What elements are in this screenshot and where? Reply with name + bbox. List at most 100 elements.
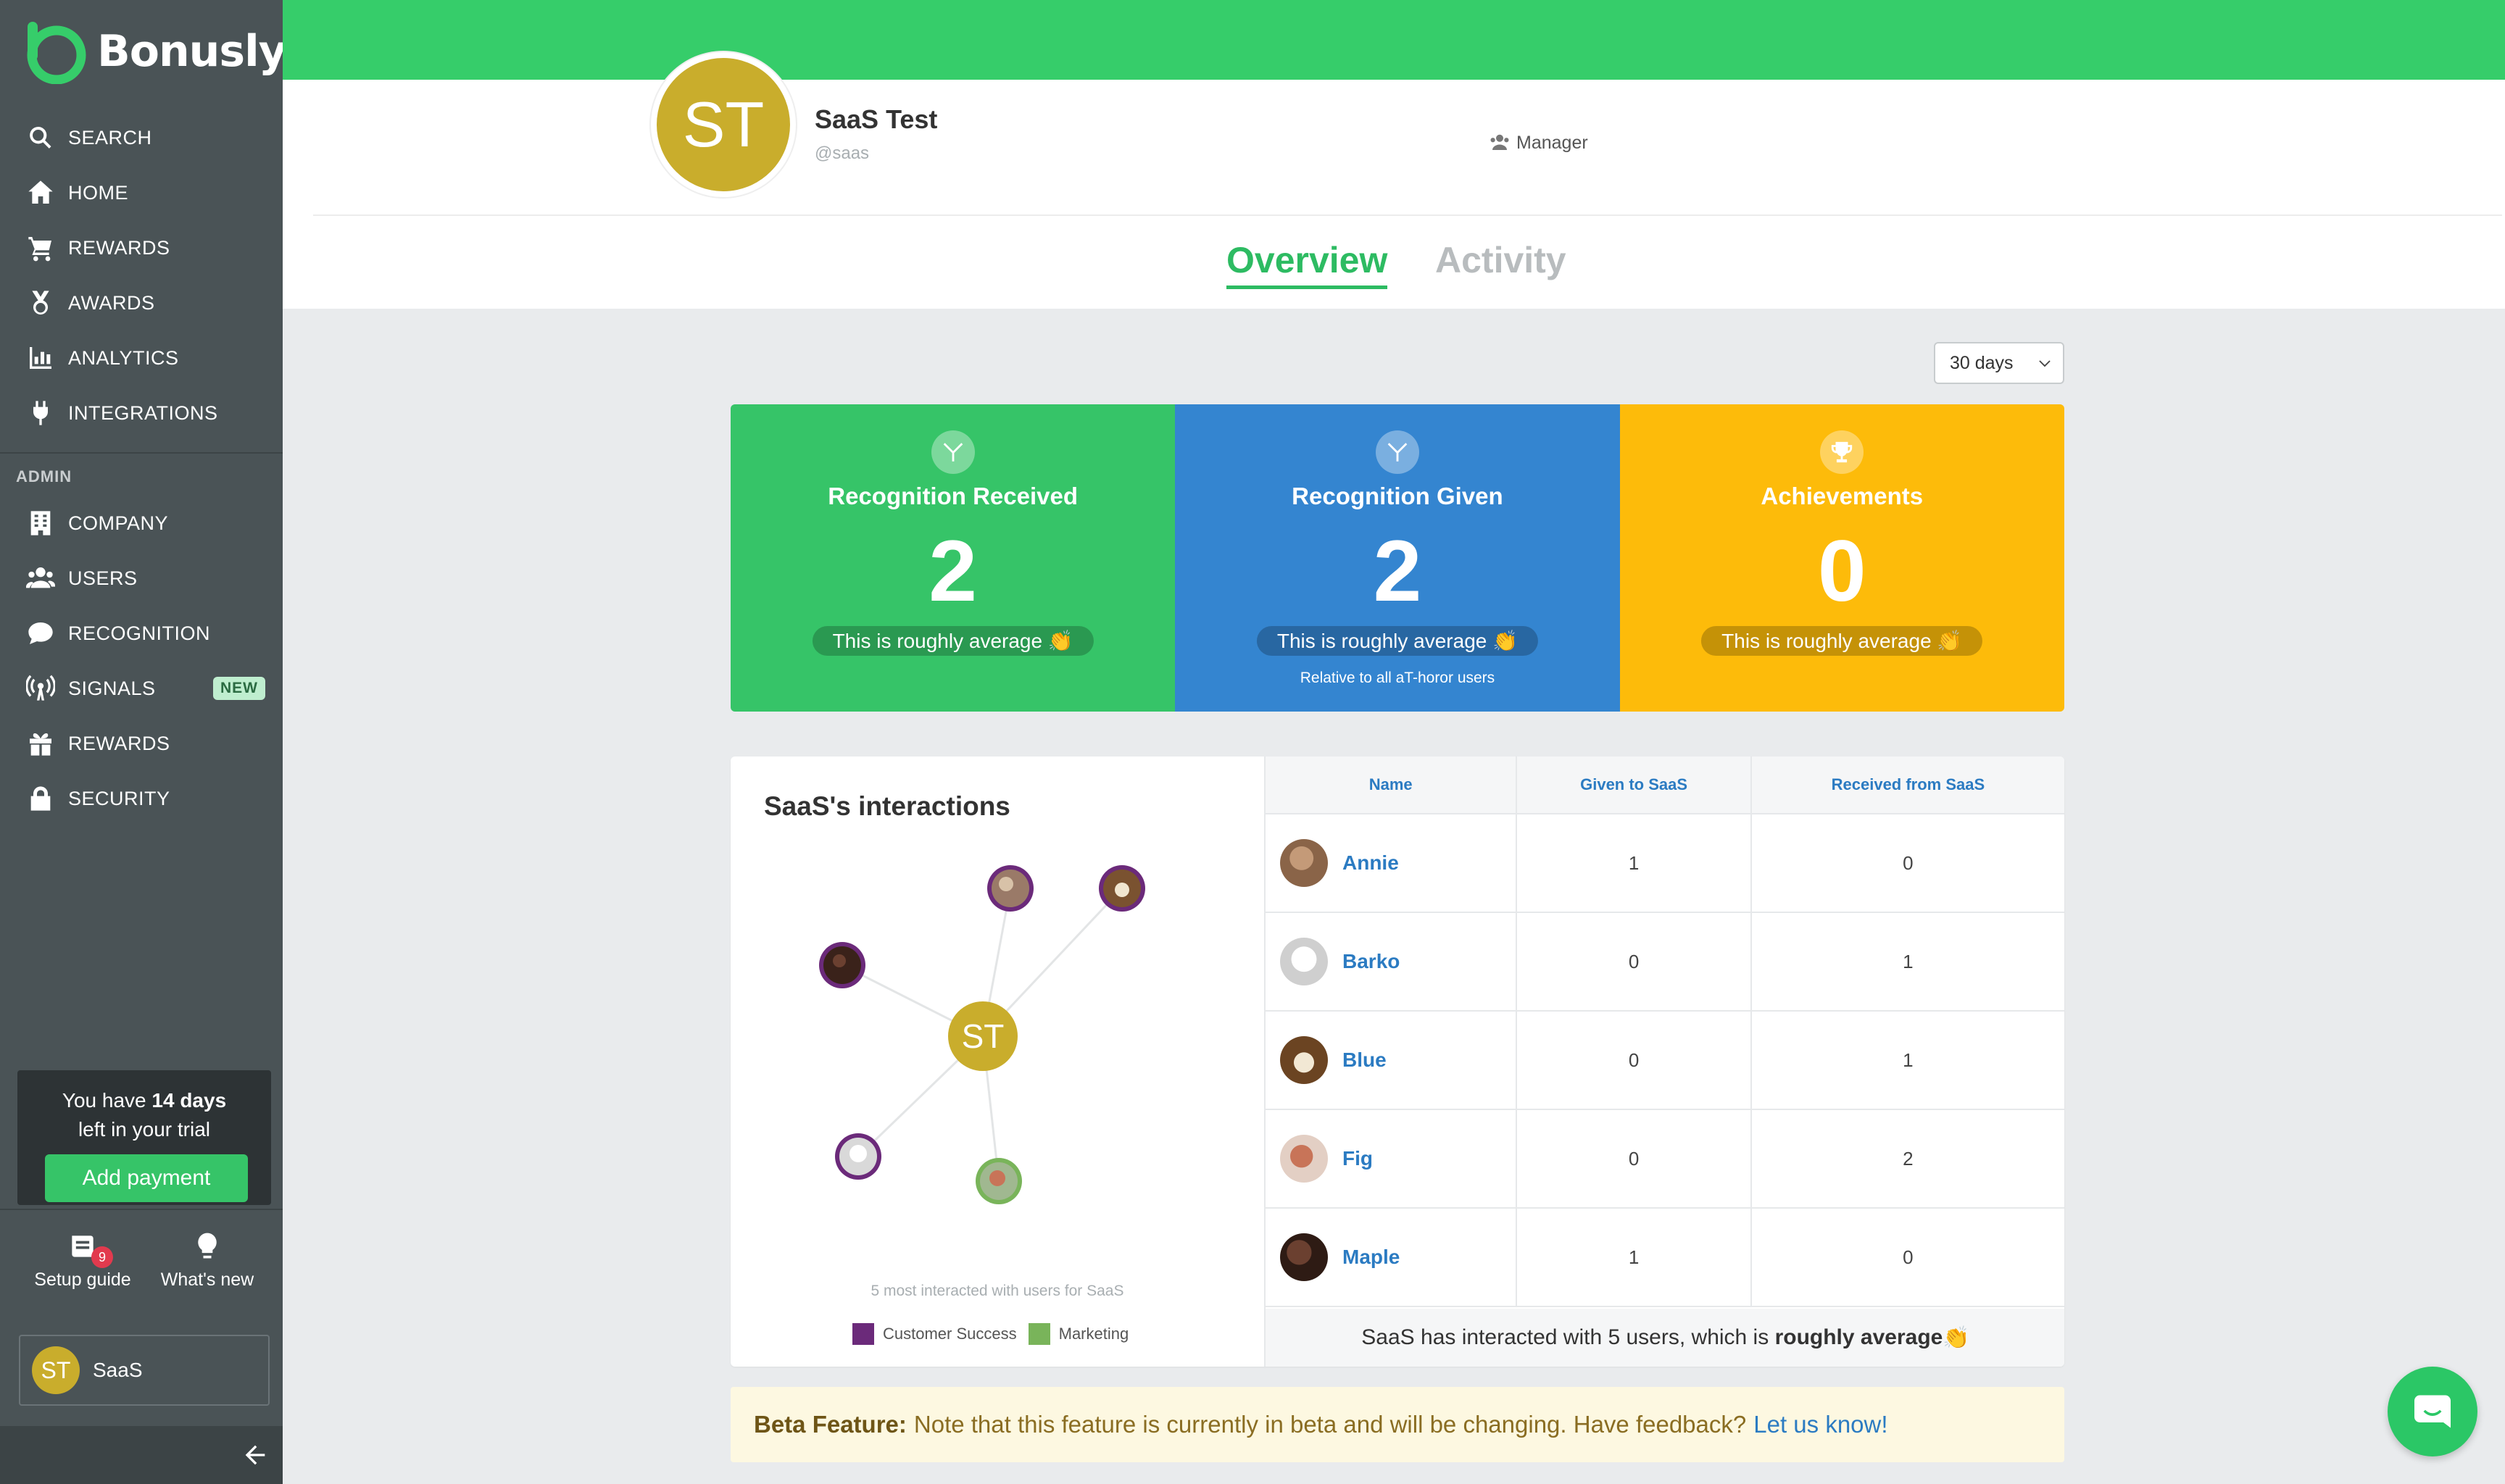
- user-link[interactable]: Fig: [1342, 1147, 1373, 1170]
- signal-icon: [25, 672, 57, 704]
- user-link[interactable]: Maple: [1342, 1246, 1400, 1269]
- graph-center-initials: ST: [961, 1017, 1005, 1055]
- nav-divider: [0, 452, 283, 454]
- card-value: 2: [929, 522, 978, 620]
- received-cell: 0: [1903, 851, 1914, 874]
- column-header-given[interactable]: Given to SaaS: [1517, 756, 1752, 813]
- graph-node-3[interactable]: [819, 942, 865, 988]
- collapse-sidebar-button[interactable]: [0, 1426, 283, 1484]
- nav-company[interactable]: COMPANY: [0, 496, 283, 551]
- nav-security[interactable]: SECURITY: [0, 771, 283, 826]
- feedback-link[interactable]: Let us know!: [1753, 1411, 1887, 1438]
- legend-swatch: [852, 1323, 874, 1345]
- tab-activity[interactable]: Activity: [1435, 239, 1566, 281]
- beta-banner: Beta Feature: Note that this feature is …: [731, 1387, 2064, 1462]
- nav-users[interactable]: USERS: [0, 551, 283, 606]
- chat-launcher-button[interactable]: [2388, 1367, 2477, 1456]
- profile-name: SaaS Test: [815, 104, 938, 134]
- received-cell: 1: [1903, 950, 1914, 972]
- whats-new-button[interactable]: What's new: [142, 1230, 273, 1291]
- nav-signals[interactable]: SIGNALS NEW: [0, 661, 283, 716]
- legend-swatch: [1028, 1323, 1050, 1345]
- medal-icon: [25, 287, 57, 319]
- nav-label: REWARDS: [68, 236, 170, 259]
- achievements-card: Achievements 0 This is roughly average 👏: [1619, 404, 2064, 712]
- nav-integrations[interactable]: INTEGRATIONS: [0, 385, 283, 441]
- name-cell: Blue: [1266, 1012, 1518, 1109]
- current-user-name: SaaS: [93, 1359, 143, 1381]
- chat-icon: [2414, 1395, 2451, 1428]
- chevron-down-icon: [2039, 360, 2051, 367]
- card-title: Recognition Given: [1292, 483, 1503, 509]
- search-icon: [25, 122, 57, 154]
- table-row: Fig 0 2: [1266, 1110, 2064, 1209]
- given-cell: 0: [1517, 1110, 1752, 1207]
- building-icon: [25, 507, 57, 539]
- notification-badge: 9: [91, 1246, 113, 1268]
- graph-node-2[interactable]: [1099, 865, 1145, 912]
- name-cell: Fig: [1266, 1110, 1518, 1207]
- trophy-icon: [1820, 430, 1864, 474]
- trial-days: 14 days: [151, 1089, 227, 1112]
- admin-section-label: ADMIN: [16, 467, 72, 485]
- given-cell: 0: [1517, 913, 1752, 1010]
- tab-overview[interactable]: Overview: [1226, 239, 1388, 289]
- interactions-panel: SaaS's interactions ST 5 most interacted…: [731, 756, 2064, 1367]
- sidebar: Bonusly SEARCH HOME REWARDS AWARDS ANALY…: [0, 0, 287, 1484]
- bonusly-logo[interactable]: Bonusly: [22, 19, 287, 84]
- average-pill: This is roughly average 👏: [1256, 626, 1538, 656]
- trial-suffix: left in your trial: [78, 1118, 211, 1141]
- user-link[interactable]: Annie: [1342, 851, 1399, 875]
- interactions-summary: SaaS has interacted with 5 users, which …: [1266, 1309, 2064, 1367]
- received-cell: 1: [1903, 1049, 1914, 1071]
- brand-name: Bonusly: [97, 26, 287, 77]
- table-header: Name Given to SaaS Received from SaaS: [1266, 756, 2064, 814]
- setup-guide-button[interactable]: 9 Setup guide: [17, 1230, 148, 1291]
- add-payment-button[interactable]: Add payment: [45, 1154, 248, 1202]
- received-cell: 2: [1903, 1147, 1914, 1170]
- nav-home[interactable]: HOME: [0, 165, 283, 220]
- users-icon: [1490, 134, 1509, 150]
- new-badge: NEW: [213, 677, 265, 700]
- graph-legend: Customer Success Marketing: [852, 1323, 1140, 1345]
- given-cell: 1: [1517, 1209, 1752, 1306]
- recognition-icon: [1375, 430, 1419, 474]
- average-pill: This is roughly average 👏: [1701, 626, 1983, 656]
- card-value: 2: [1373, 522, 1422, 620]
- legend-item: Marketing: [1028, 1323, 1129, 1345]
- interactions-graph: SaaS's interactions ST 5 most interacted…: [731, 756, 1264, 1367]
- profile-avatar: ST: [651, 52, 796, 197]
- average-pill: This is roughly average 👏: [812, 626, 1094, 656]
- nav-search[interactable]: SEARCH: [0, 110, 283, 165]
- bonusly-logo-icon: [27, 22, 86, 84]
- profile-role: Manager: [1489, 132, 1588, 154]
- date-range-select[interactable]: 30 days: [1934, 342, 2064, 384]
- trial-box: You have 14 days left in your trial Add …: [17, 1070, 271, 1205]
- users-icon: [25, 562, 57, 594]
- lock-icon: [25, 783, 57, 814]
- plug-icon: [25, 397, 57, 429]
- date-range-value: 30 days: [1950, 352, 2014, 373]
- role-label: Manager: [1516, 132, 1588, 153]
- graph-node-1[interactable]: [987, 865, 1034, 912]
- column-header-name[interactable]: Name: [1266, 756, 1518, 813]
- graph-node-4[interactable]: [835, 1133, 881, 1180]
- header-divider: [313, 214, 2502, 216]
- trial-prefix: You have: [62, 1089, 146, 1112]
- nav-recognition[interactable]: RECOGNITION: [0, 606, 283, 661]
- nav-analytics[interactable]: ANALYTICS: [0, 330, 283, 385]
- given-cell: 1: [1517, 814, 1752, 912]
- user-link[interactable]: Blue: [1342, 1049, 1387, 1072]
- avatar: [1280, 1233, 1328, 1281]
- nav-awards[interactable]: AWARDS: [0, 275, 283, 330]
- nav-label: AWARDS: [68, 291, 155, 314]
- nav-label: COMPANY: [68, 512, 169, 534]
- nav-admin-rewards[interactable]: REWARDS: [0, 716, 283, 771]
- user-link[interactable]: Barko: [1342, 950, 1400, 973]
- nav-label: SECURITY: [68, 787, 170, 809]
- current-user-menu[interactable]: ST SaaS: [19, 1335, 270, 1406]
- column-header-received[interactable]: Received from SaaS: [1752, 756, 2064, 813]
- card-title: Achievements: [1761, 483, 1924, 509]
- graph-node-5[interactable]: [976, 1158, 1022, 1204]
- nav-rewards[interactable]: REWARDS: [0, 220, 283, 275]
